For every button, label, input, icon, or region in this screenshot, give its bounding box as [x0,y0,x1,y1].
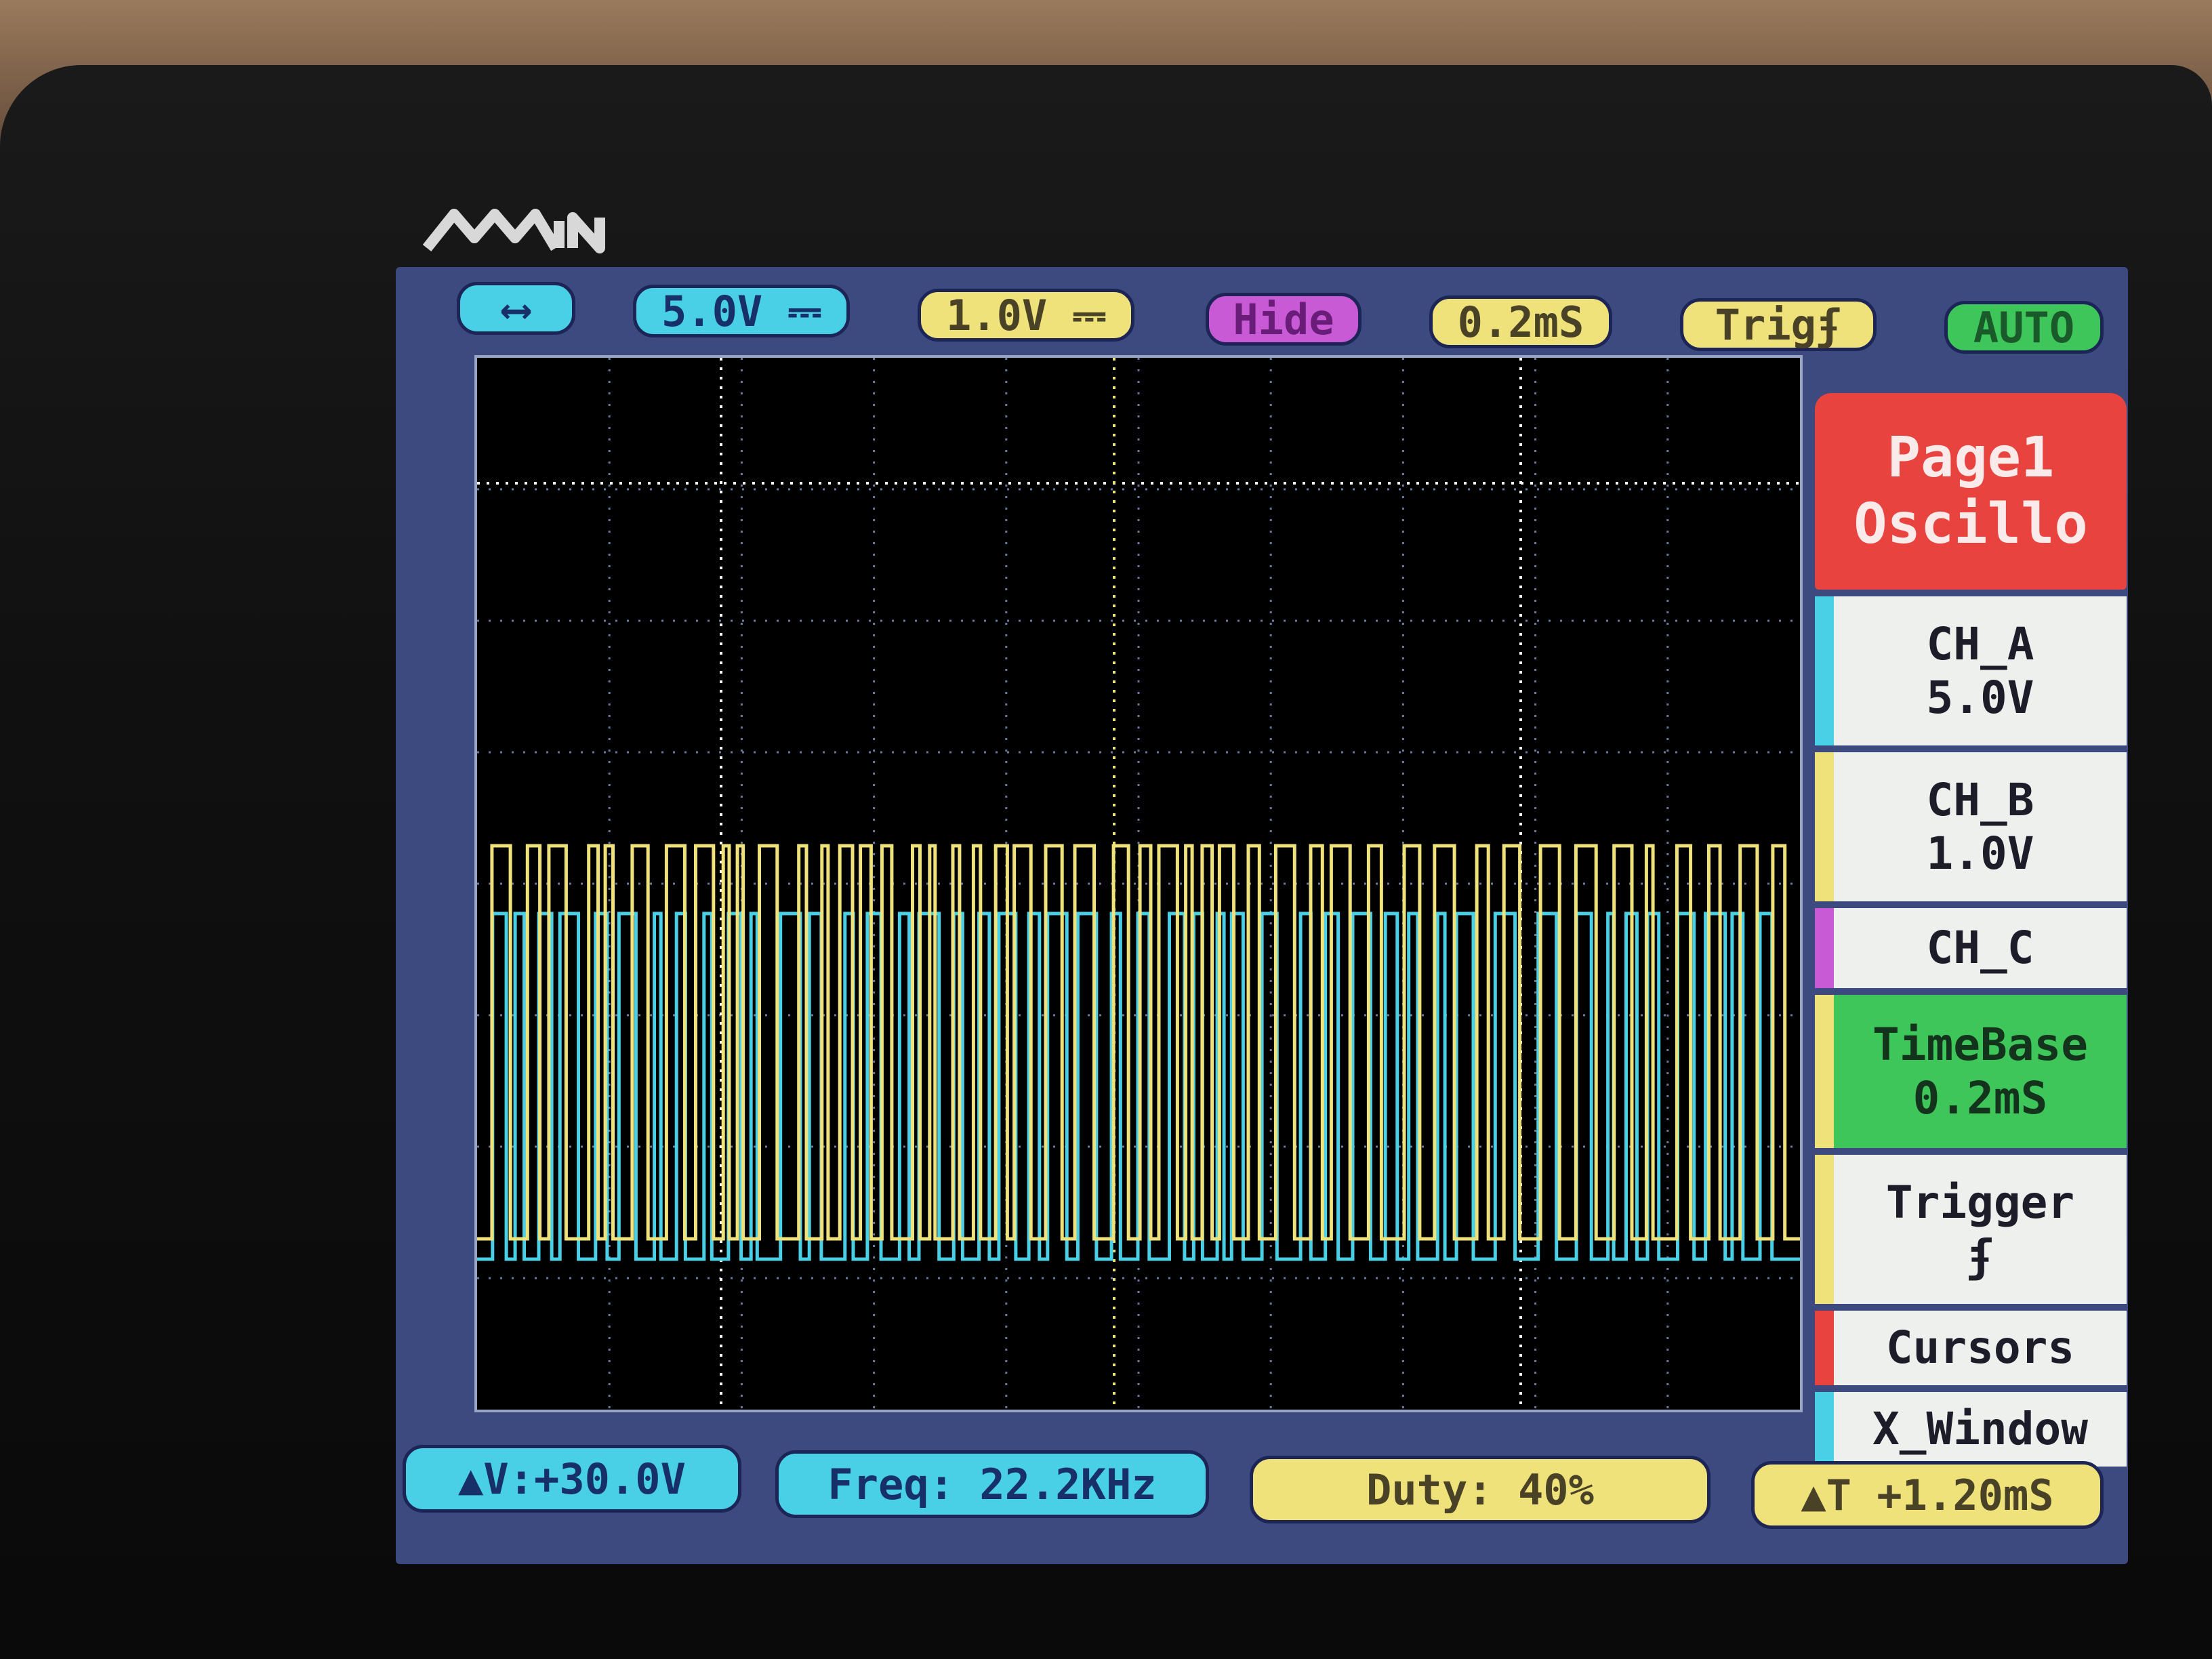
ch-b-scale[interactable]: 1.0V ⎓ [918,289,1134,342]
frequency-readout: Freq: 22.2KHz [775,1450,1209,1518]
dc-coupling-icon: ⎓ [1047,290,1107,340]
menu-ch-c[interactable]: CH_C [1815,908,2127,988]
trigger-status[interactable]: Trig ʄ [1680,298,1877,351]
menu-cursors[interactable]: Cursors [1815,1311,2127,1385]
timebase-status[interactable]: 0.2mS [1429,295,1612,348]
delta-t-readout: ▲T +1.20mS [1751,1461,2104,1529]
min-logo [422,209,605,253]
menu-x-window[interactable]: X_Window [1815,1392,2127,1467]
usb-icon: ⟷ [503,283,529,333]
menu-ch-b[interactable]: CH_B 1.0V [1815,752,2127,901]
ch-c-mode[interactable]: Hide [1206,293,1361,346]
page-title[interactable]: Page1 Oscillo [1815,393,2127,590]
menu-ch-a[interactable]: CH_A 5.0V [1815,596,2127,745]
rising-edge-icon: ʄ [1967,1230,1994,1282]
usb-status[interactable]: ⟷ [457,282,575,335]
oscilloscope-screen: ⟷ 5.0V ⎓ 1.0V ⎓ Hide 0.2mS Trig ʄ AUTO Pa… [396,267,2128,1564]
ch-a-scale[interactable]: 5.0V ⎓ [633,285,850,337]
run-mode[interactable]: AUTO [1944,301,2104,354]
menu-trigger[interactable]: Trigger ʄ [1815,1155,2127,1304]
rising-edge-icon: ʄ [1816,300,1842,350]
menu-timebase[interactable]: TimeBase 0.2mS [1815,995,2127,1148]
duty-readout: Duty: 40% [1250,1456,1711,1523]
waveform-canvas [477,358,1800,1410]
delta-v-readout: ▲V:+30.0V [403,1445,741,1513]
dc-coupling-icon: ⎓ [762,286,822,335]
waveform-display [474,355,1803,1412]
